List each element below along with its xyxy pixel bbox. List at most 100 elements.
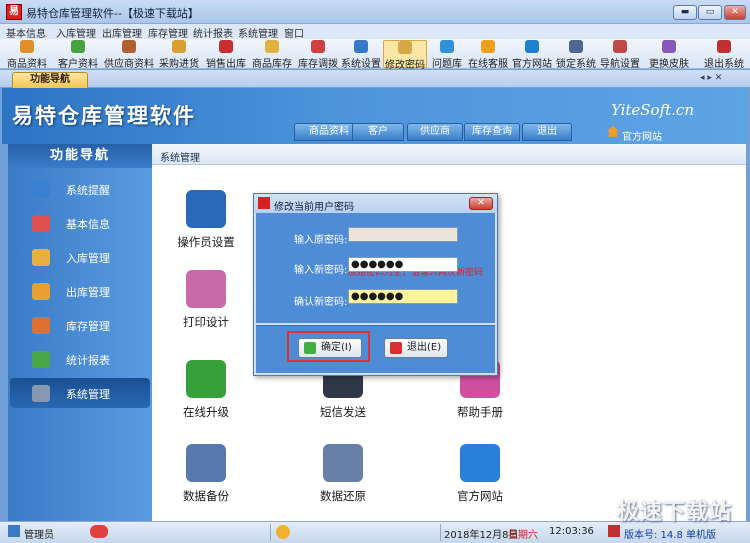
key-icon (398, 41, 412, 54)
banner-btn-customer[interactable]: 客户 (352, 123, 404, 141)
nav-item-inbound[interactable]: 入库管理 (10, 242, 150, 272)
nav-item-outbound[interactable]: 出库管理 (10, 276, 150, 306)
banner-btn-exit[interactable]: 退出 (522, 123, 572, 141)
menu-basic-info[interactable]: 基本信息 (6, 25, 46, 40)
tool-label: 商品资料 (7, 59, 47, 70)
info-icon (32, 181, 50, 198)
menu-inventory[interactable]: 库存管理 (148, 25, 188, 40)
func-data-restore[interactable]: 数据还原 (293, 444, 393, 504)
banner-brand: YiteSoft.cn (610, 101, 694, 119)
skin-icon (662, 40, 676, 53)
func-label: 操作员设置 (177, 235, 235, 249)
menu-reports[interactable]: 统计报表 (193, 25, 233, 40)
tool-purchase[interactable]: 采购进货 (157, 40, 201, 70)
tab-scroll-controls[interactable]: ◂ ▸ ✕ (700, 73, 722, 83)
side-nav-header: 功能导航 (8, 144, 152, 168)
title-bar: 易 易特仓库管理软件--【极速下载站】 ▬ ▭ ✕ (0, 0, 750, 24)
tool-nav-settings[interactable]: 导航设置 (599, 40, 641, 70)
toolbar: 商品资料 客户资料 供应商资料 采购进货 销售出库 商品库存 库存调拨 系统设置… (0, 39, 750, 71)
tab-function-nav[interactable]: 功能导航 (12, 72, 88, 88)
cubes-icon (32, 215, 50, 232)
func-label: 帮助手册 (457, 405, 503, 419)
func-label: 数据还原 (320, 489, 366, 503)
stock-icon (265, 40, 279, 53)
version-icon (608, 525, 620, 537)
tool-change-skin[interactable]: 更换皮肤 (644, 40, 694, 70)
status-separator (270, 524, 271, 541)
tool-label: 导航设置 (600, 59, 640, 70)
supplier-icon (122, 40, 136, 53)
tool-product-info[interactable]: 商品资料 (2, 40, 52, 70)
banner-btn-supplier[interactable]: 供应商 (407, 123, 463, 141)
home-icon (607, 126, 619, 137)
old-password-field[interactable] (348, 227, 458, 242)
tool-online-service[interactable]: 在线客服 (467, 40, 509, 70)
calendar-backup-icon (186, 444, 226, 482)
bar-chart-icon (32, 351, 50, 368)
upgrade-globe-icon (186, 360, 226, 398)
dialog-close-button[interactable]: ✕ (469, 197, 493, 210)
tool-sales-outbound[interactable]: 销售出库 (204, 40, 248, 70)
tool-system-settings[interactable]: 系统设置 (340, 40, 382, 70)
nav-item-label: 入库管理 (66, 252, 110, 265)
nav-item-basic-info[interactable]: 基本信息 (10, 208, 150, 238)
func-label: 官方网站 (457, 489, 503, 503)
menu-inbound[interactable]: 入库管理 (56, 25, 96, 40)
tool-stock-transfer[interactable]: 库存调拨 (296, 40, 340, 70)
func-operator-settings[interactable]: 操作员设置 (156, 190, 256, 250)
product-icon (20, 40, 34, 53)
printer-icon (186, 270, 226, 308)
nav-item-reports[interactable]: 统计报表 (10, 344, 150, 374)
tool-label: 修改密码 (385, 60, 425, 71)
func-data-backup[interactable]: 数据备份 (156, 444, 256, 504)
tool-exit-system[interactable]: 退出系统 (702, 40, 746, 70)
func-online-upgrade[interactable]: 在线升级 (156, 360, 256, 420)
func-print-design[interactable]: 打印设计 (156, 270, 256, 330)
database-icon (323, 444, 363, 482)
nav-item-system-alerts[interactable]: 系统提醒 (10, 174, 150, 204)
close-button[interactable]: ✕ (724, 5, 746, 20)
banner-btn-stock-query[interactable]: 库存查询 (464, 123, 520, 141)
warehouse-icon (32, 317, 50, 334)
exit-button[interactable]: 退出(E) (384, 338, 448, 358)
lock-icon (569, 40, 583, 53)
maximize-button[interactable]: ▭ (698, 5, 722, 20)
operators-icon (186, 190, 226, 228)
tool-label: 退出系统 (704, 59, 744, 70)
minimize-button[interactable]: ▬ (673, 5, 697, 20)
tab-strip: 功能导航 ◂ ▸ ✕ (0, 70, 750, 88)
func-official-site[interactable]: 官方网站 (430, 444, 530, 504)
func-label: 打印设计 (183, 315, 229, 329)
section-title: 系统管理 (160, 153, 200, 164)
nav-item-label: 基本信息 (66, 218, 110, 231)
tool-lock-system[interactable]: 锁定系统 (555, 40, 597, 70)
banner-title: 易特仓库管理软件 (12, 104, 196, 128)
nav-item-inventory[interactable]: 库存管理 (10, 310, 150, 340)
tool-faq[interactable]: 问题库 (429, 40, 465, 70)
nav-item-label: 库存管理 (66, 320, 110, 333)
tool-change-password[interactable]: 修改密码 (383, 40, 427, 71)
func-label: 短信发送 (320, 405, 366, 419)
tool-official-site[interactable]: 官方网站 (511, 40, 553, 70)
status-time: 12:03:36 (549, 526, 594, 537)
menu-outbound[interactable]: 出库管理 (102, 25, 142, 40)
ie-icon (525, 40, 539, 53)
tool-supplier-info[interactable]: 供应商资料 (104, 40, 154, 70)
app-icon: 易 (6, 4, 22, 20)
inbound-box-icon (32, 249, 50, 266)
vip-icon (90, 525, 108, 538)
nav-item-system-manage[interactable]: 系统管理 (10, 378, 150, 408)
tool-product-stock[interactable]: 商品库存 (250, 40, 294, 70)
confirm-password-label: 确认新密码: (294, 297, 348, 308)
tool-label: 客户资料 (58, 59, 98, 70)
banner-site-link[interactable]: 官方网站 (622, 128, 662, 143)
window-title: 易特仓库管理软件--【极速下载站】 (26, 7, 199, 20)
menu-system[interactable]: 系统管理 (238, 25, 278, 40)
menu-window[interactable]: 窗口 (284, 25, 304, 40)
tool-customer-info[interactable]: 客户资料 (54, 40, 102, 70)
tool-label: 销售出库 (206, 59, 246, 70)
nav-icon (613, 40, 627, 53)
confirm-password-field[interactable]: ●●●●●● (348, 289, 458, 304)
purchase-icon (172, 40, 186, 53)
new-password-field[interactable]: ●●●●●● (348, 257, 458, 272)
